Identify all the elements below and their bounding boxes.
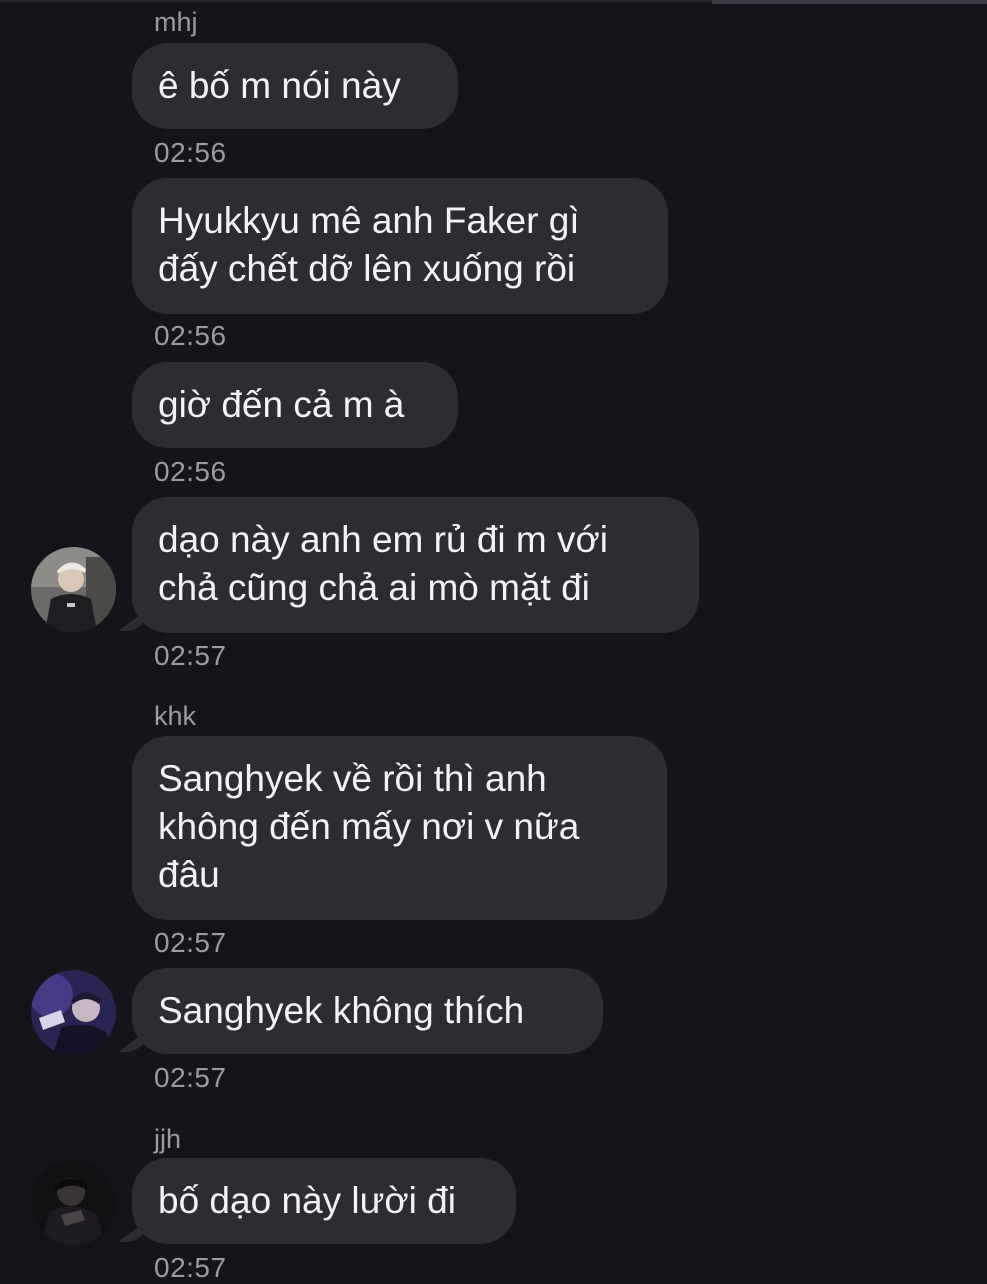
message-time: 02:57 [154,640,227,671]
message-bubble[interactable]: Sanghyek không thích [132,968,603,1054]
message-time: 02:57 [154,1252,227,1283]
user-avatar[interactable] [31,547,116,632]
avatar-photo-icon [31,547,116,632]
message-time: 02:57 [154,1062,227,1093]
message-bubble[interactable]: Sanghyek về rồi thì anh không đến mấy nơ… [132,736,667,920]
message-bubble[interactable]: bố dạo này lười đi [132,1158,516,1244]
user-avatar[interactable] [31,1160,116,1245]
message-bubble[interactable]: Hyukkyu mê anh Faker gì đấy chết dỡ lên … [132,178,668,314]
user-avatar[interactable] [31,970,116,1055]
message-bubble[interactable]: dạo này anh em rủ đi m với chả cũng chả … [132,497,699,633]
avatar-photo-icon [31,970,116,1055]
message-time: 02:56 [154,137,227,168]
sender-name: jjh [154,1124,182,1154]
avatar-photo-icon [31,1160,116,1245]
sender-name: mhj [154,7,198,37]
sender-name: khk [154,701,197,731]
message-time: 02:56 [154,320,227,351]
message-time: 02:57 [154,927,227,958]
message-bubble[interactable]: ê bố m nói này [132,43,458,129]
top-border-accent [712,0,987,4]
message-time: 02:56 [154,456,227,487]
message-bubble[interactable]: giờ đến cả m à [132,362,458,448]
